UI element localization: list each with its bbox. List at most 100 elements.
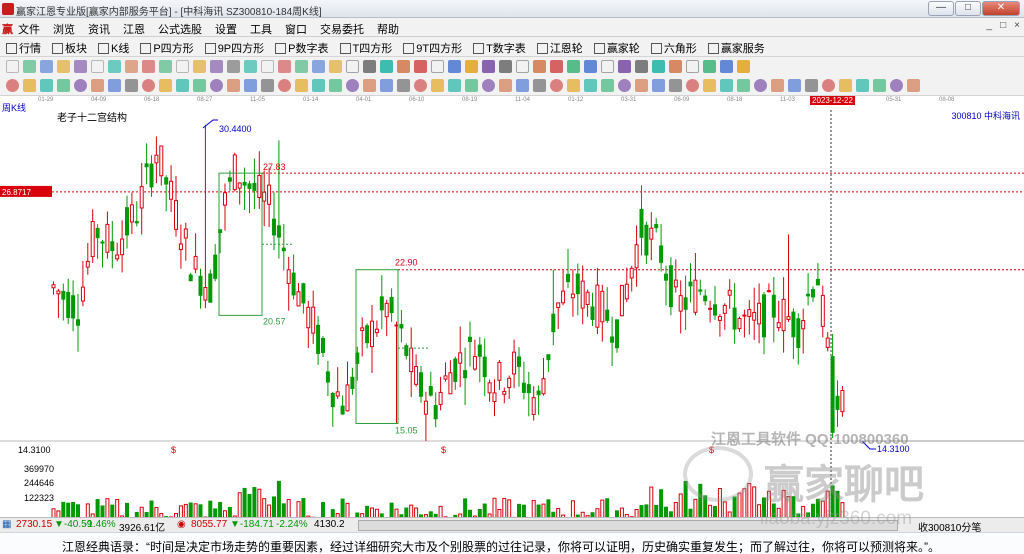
analysis-tool-icon-31[interactable] — [533, 79, 546, 92]
drawing-tool-icon-10[interactable] — [176, 60, 189, 73]
analysis-tool-icon-28[interactable] — [482, 79, 495, 92]
maximize-button[interactable]: □ — [955, 1, 981, 16]
analysis-tool-icon-1[interactable] — [23, 79, 36, 92]
mdi-minimize-button[interactable]: _ — [987, 20, 993, 31]
analysis-tool-icon-38[interactable] — [652, 79, 665, 92]
analysis-tool-icon-6[interactable] — [108, 79, 121, 92]
analysis-tool-icon-46[interactable] — [788, 79, 801, 92]
menu-item-8[interactable]: 交易委托 — [320, 21, 364, 37]
analysis-tool-icon-27[interactable] — [465, 79, 478, 92]
analysis-tool-icon-17[interactable] — [295, 79, 308, 92]
menu-item-4[interactable]: 公式选股 — [158, 21, 202, 37]
analysis-tool-icon-8[interactable] — [142, 79, 155, 92]
toolbar-item-0[interactable]: 行情 — [6, 40, 41, 56]
toolbar-item-3[interactable]: P四方形 — [140, 40, 194, 56]
mdi-close-button[interactable]: × — [1014, 20, 1020, 31]
close-button[interactable]: ✕ — [982, 1, 1020, 16]
analysis-tool-icon-9[interactable] — [159, 79, 172, 92]
drawing-tool-icon-43[interactable] — [737, 60, 750, 73]
drawing-tool-icon-22[interactable] — [380, 60, 393, 73]
menu-item-6[interactable]: 工具 — [250, 21, 272, 37]
drawing-tool-icon-3[interactable] — [57, 60, 70, 73]
analysis-tool-icon-18[interactable] — [312, 79, 325, 92]
toolbar-item-1[interactable]: 板块 — [52, 40, 87, 56]
drawing-tool-icon-25[interactable] — [431, 60, 444, 73]
analysis-tool-icon-10[interactable] — [176, 79, 189, 92]
horizontal-scrollbar[interactable] — [358, 520, 898, 531]
toolbar-item-5[interactable]: P数字表 — [275, 40, 329, 56]
analysis-tool-icon-7[interactable] — [125, 79, 138, 92]
analysis-tool-icon-43[interactable] — [737, 79, 750, 92]
analysis-tool-icon-39[interactable] — [669, 79, 682, 92]
analysis-tool-icon-3[interactable] — [57, 79, 70, 92]
analysis-tool-icon-44[interactable] — [754, 79, 767, 92]
analysis-tool-icon-42[interactable] — [720, 79, 733, 92]
analysis-tool-icon-52[interactable] — [890, 79, 903, 92]
toolbar-item-11[interactable]: 六角形 — [650, 40, 697, 56]
analysis-tool-icon-30[interactable] — [516, 79, 529, 92]
drawing-tool-icon-0[interactable] — [6, 60, 19, 73]
analysis-tool-icon-41[interactable] — [703, 79, 716, 92]
drawing-tool-icon-24[interactable] — [414, 60, 427, 73]
drawing-tool-icon-31[interactable] — [533, 60, 546, 73]
drawing-tool-icon-8[interactable] — [142, 60, 155, 73]
toolbar-item-12[interactable]: 赢家服务 — [707, 40, 765, 56]
drawing-tool-icon-29[interactable] — [499, 60, 512, 73]
analysis-tool-icon-21[interactable] — [363, 79, 376, 92]
analysis-tool-icon-51[interactable] — [873, 79, 886, 92]
menu-item-2[interactable]: 资讯 — [88, 21, 110, 37]
analysis-tool-icon-45[interactable] — [771, 79, 784, 92]
analysis-tool-icon-5[interactable] — [91, 79, 104, 92]
drawing-tool-icon-17[interactable] — [295, 60, 308, 73]
menu-item-5[interactable]: 设置 — [215, 21, 237, 37]
analysis-tool-icon-24[interactable] — [414, 79, 427, 92]
menu-item-0[interactable]: 文件 — [18, 21, 40, 37]
analysis-tool-icon-49[interactable] — [839, 79, 852, 92]
toolbar-item-10[interactable]: 赢家轮 — [593, 40, 640, 56]
drawing-tool-icon-28[interactable] — [482, 60, 495, 73]
kline-chart[interactable]: 26.8717 30.4400 27.83 20.57 22.90 15.05 14.310… — [0, 108, 1024, 532]
analysis-tool-icon-4[interactable] — [74, 79, 87, 92]
drawing-tool-icon-15[interactable] — [261, 60, 274, 73]
menu-item-9[interactable]: 帮助 — [377, 21, 399, 37]
drawing-tool-icon-30[interactable] — [516, 60, 529, 73]
drawing-tool-icon-38[interactable] — [652, 60, 665, 73]
drawing-tool-icon-1[interactable] — [23, 60, 36, 73]
drawing-tool-icon-36[interactable] — [618, 60, 631, 73]
analysis-tool-icon-29[interactable] — [499, 79, 512, 92]
drawing-tool-icon-13[interactable] — [227, 60, 240, 73]
analysis-tool-icon-50[interactable] — [856, 79, 869, 92]
drawing-tool-icon-16[interactable] — [278, 60, 291, 73]
menu-item-3[interactable]: 江恩 — [123, 21, 145, 37]
toolbar-item-6[interactable]: T四方形 — [339, 40, 392, 56]
analysis-tool-icon-19[interactable] — [329, 79, 342, 92]
analysis-tool-icon-14[interactable] — [244, 79, 257, 92]
drawing-tool-icon-34[interactable] — [584, 60, 597, 73]
menu-item-7[interactable]: 窗口 — [285, 21, 307, 37]
analysis-tool-icon-53[interactable] — [907, 79, 920, 92]
drawing-tool-icon-18[interactable] — [312, 60, 325, 73]
analysis-tool-icon-48[interactable] — [822, 79, 835, 92]
analysis-tool-icon-33[interactable] — [567, 79, 580, 92]
drawing-tool-icon-42[interactable] — [720, 60, 733, 73]
toolbar-item-2[interactable]: K线 — [98, 40, 129, 56]
analysis-tool-icon-26[interactable] — [448, 79, 461, 92]
drawing-tool-icon-37[interactable] — [635, 60, 648, 73]
mdi-restore-button[interactable]: □ — [1000, 20, 1006, 31]
drawing-tool-icon-39[interactable] — [669, 60, 682, 73]
analysis-tool-icon-40[interactable] — [686, 79, 699, 92]
analysis-tool-icon-12[interactable] — [210, 79, 223, 92]
drawing-tool-icon-19[interactable] — [329, 60, 342, 73]
drawing-tool-icon-9[interactable] — [159, 60, 172, 73]
drawing-tool-icon-27[interactable] — [465, 60, 478, 73]
drawing-tool-icon-41[interactable] — [703, 60, 716, 73]
drawing-tool-icon-23[interactable] — [397, 60, 410, 73]
drawing-tool-icon-12[interactable] — [210, 60, 223, 73]
analysis-tool-icon-25[interactable] — [431, 79, 444, 92]
analysis-tool-icon-22[interactable] — [380, 79, 393, 92]
analysis-tool-icon-20[interactable] — [346, 79, 359, 92]
drawing-tool-icon-20[interactable] — [346, 60, 359, 73]
drawing-tool-icon-32[interactable] — [550, 60, 563, 73]
analysis-tool-icon-15[interactable] — [261, 79, 274, 92]
drawing-tool-icon-2[interactable] — [40, 60, 53, 73]
